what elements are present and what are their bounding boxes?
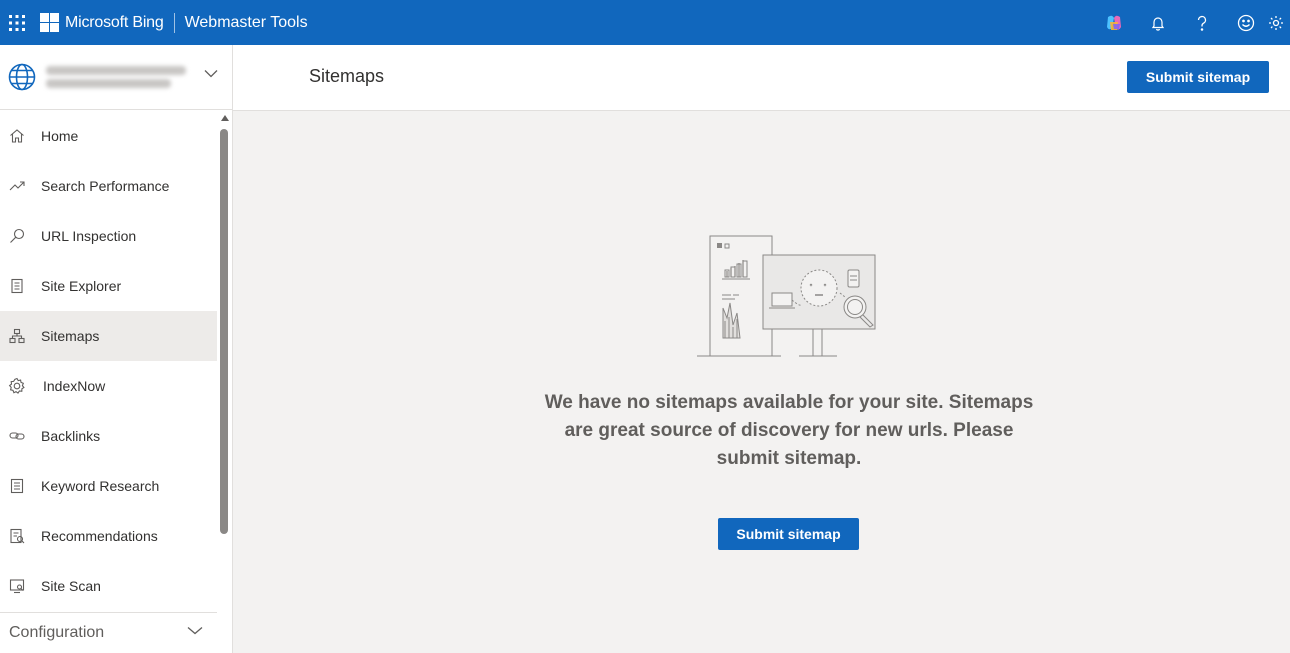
sidebar-item-label: Home [41, 128, 79, 144]
sidebar-item-search-performance[interactable]: Search Performance [0, 161, 217, 211]
copilot-icon[interactable] [1092, 0, 1136, 45]
list-icon [8, 477, 26, 495]
brand-name: Microsoft Bing [65, 13, 164, 31]
sidebar-item-label: Keyword Research [41, 478, 160, 494]
site-name [46, 62, 186, 92]
submit-sitemap-button[interactable]: Submit sitemap [718, 518, 859, 550]
sitemap-icon [8, 327, 26, 345]
sidebar-scrollbar[interactable] [219, 115, 229, 615]
site-account-blurred [46, 79, 171, 88]
site-url-blurred [46, 66, 186, 75]
smiley-icon[interactable] [1224, 0, 1268, 45]
sidebar: Home Search Performance URL Inspection S… [0, 45, 233, 653]
sidebar-item-label: IndexNow [43, 378, 106, 394]
waffle-icon[interactable] [0, 0, 34, 45]
topbar-actions [1092, 0, 1290, 45]
sidebar-item-label: Sitemaps [41, 328, 100, 344]
recommend-icon [8, 527, 26, 545]
sidebar-nav: Home Search Performance URL Inspection S… [0, 111, 217, 611]
brand-separator [173, 12, 175, 33]
link-icon [8, 427, 26, 445]
sidebar-item-label: Site Scan [41, 578, 101, 594]
scan-icon [8, 577, 26, 595]
gear-icon[interactable] [1268, 0, 1290, 45]
trend-icon [8, 177, 26, 195]
sidebar-item-recommendations[interactable]: Recommendations [0, 511, 217, 561]
page-header: Sitemaps Submit sitemap [233, 45, 1290, 111]
home-icon [8, 127, 26, 145]
brand[interactable]: Microsoft Bing Webmaster Tools [40, 12, 308, 33]
sidebar-item-site-explorer[interactable]: Site Explorer [0, 261, 217, 311]
configuration-section[interactable]: Configuration [0, 612, 217, 653]
search-icon [8, 227, 26, 245]
sidebar-item-url-inspection[interactable]: URL Inspection [0, 211, 217, 261]
main-content: We have no sitemaps available for your s… [233, 111, 1290, 653]
empty-state-illustration [697, 235, 876, 357]
sidebar-item-label: Site Explorer [41, 278, 122, 294]
product-name: Webmaster Tools [184, 13, 308, 31]
sidebar-item-keyword-research[interactable]: Keyword Research [0, 461, 217, 511]
sidebar-item-site-scan[interactable]: Site Scan [0, 561, 217, 611]
globe-icon [8, 63, 36, 91]
sidebar-item-label: URL Inspection [41, 228, 137, 244]
gear-icon [8, 377, 26, 395]
sidebar-item-label: Backlinks [41, 428, 101, 444]
sidebar-item-indexnow[interactable]: IndexNow [0, 361, 217, 411]
chevron-down-icon[interactable] [204, 69, 218, 78]
sidebar-item-sitemaps[interactable]: Sitemaps [0, 311, 217, 361]
scroll-thumb[interactable] [220, 129, 228, 534]
top-bar: Microsoft Bing Webmaster Tools [0, 0, 1290, 45]
sidebar-item-label: Search Performance [41, 178, 170, 194]
scroll-up-arrow-icon[interactable] [221, 115, 229, 121]
sidebar-item-home[interactable]: Home [0, 111, 217, 161]
document-icon [8, 277, 26, 295]
page-title: Sitemaps [309, 66, 385, 86]
microsoft-logo-icon [40, 13, 59, 32]
sidebar-item-label: Recommendations [41, 528, 158, 544]
help-icon[interactable] [1180, 0, 1224, 45]
sidebar-item-backlinks[interactable]: Backlinks [0, 411, 217, 461]
empty-state-message: We have no sitemaps available for your s… [544, 392, 1034, 469]
configuration-label: Configuration [9, 624, 105, 641]
chevron-down-icon [187, 627, 203, 635]
site-selector[interactable] [0, 45, 232, 110]
submit-sitemap-button[interactable]: Submit sitemap [1127, 61, 1269, 93]
bell-icon[interactable] [1136, 0, 1180, 45]
